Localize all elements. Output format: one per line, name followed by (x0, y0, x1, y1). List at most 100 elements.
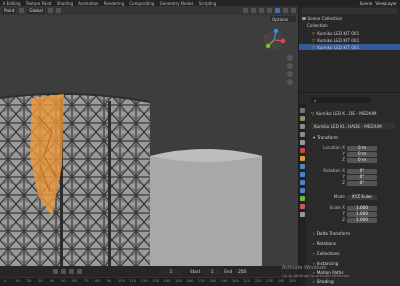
texture-tab-icon[interactable] (300, 212, 305, 217)
current-frame-field[interactable]: 1 (159, 268, 183, 275)
workspace-tab[interactable]: Animation (76, 1, 102, 6)
options-dropdown[interactable]: Options (270, 16, 296, 22)
object-name-field-text: Kumiko LED KI...HADE - MEDIUM (314, 123, 382, 129)
properties-tabs (299, 104, 306, 286)
jump-end-icon[interactable] (77, 269, 82, 274)
outliner-object-row-selected[interactable]: ▽ Kumiko LED KIT 001 (299, 44, 400, 50)
rotation-y-label: Y (342, 174, 345, 179)
orientation-selector[interactable]: Global (27, 7, 45, 14)
chevron-right-icon: › (313, 250, 315, 256)
workspace-tab[interactable]: Compositing (127, 1, 157, 6)
magnet-icon[interactable] (55, 8, 61, 13)
properties-search[interactable]: ⌕ (311, 97, 371, 103)
start-frame-field[interactable]: 1 (203, 268, 222, 275)
ruler-tick-label: 220 (254, 279, 262, 283)
timeline-ruler[interactable]: 0 10 20 30 40 50 60 70 80 90 100 110 120 130 140 150 160… (0, 277, 298, 286)
ruler-tick-label: 90 (106, 279, 112, 283)
rotation-mode-label: Mode (333, 194, 345, 199)
rotation-mode-select[interactable]: XYZ Euler (347, 194, 377, 200)
workspace-tab[interactable]: Texture Paint (23, 1, 54, 6)
jump-start-icon[interactable] (53, 269, 58, 274)
data-tab-icon[interactable] (300, 196, 305, 201)
location-z-field[interactable]: 0 m (347, 157, 377, 163)
relations-panel-header[interactable]: › Relations (313, 240, 397, 246)
constraints-tab-icon[interactable] (300, 188, 305, 193)
workspace-tab[interactable]: Shading (54, 1, 75, 6)
location-y-field[interactable]: 0 m (347, 151, 377, 157)
particles-tab-icon[interactable] (300, 172, 305, 177)
start-label: Start (190, 269, 201, 274)
xray-icon[interactable] (267, 8, 272, 13)
solid-shading-icon[interactable] (275, 8, 280, 13)
scale-z-field[interactable]: 1.000 (347, 217, 377, 223)
transform-panel-header[interactable]: ▾ Transform (313, 134, 397, 140)
section-label: Collections (316, 250, 340, 256)
object-name-field[interactable]: Kumiko LED KI...HADE - MEDIUM (311, 123, 395, 129)
shading-panel-header[interactable]: › Shading (313, 278, 397, 284)
world-tab-icon[interactable] (300, 148, 305, 153)
object-label: Kumiko LED KIT 001 (317, 37, 360, 43)
play-reverse-icon[interactable] (61, 269, 66, 274)
material-tab-icon[interactable] (300, 204, 305, 209)
snap-icon[interactable] (19, 8, 25, 13)
outliner-search[interactable] (302, 8, 397, 14)
end-label: End (224, 269, 233, 274)
activation-watermark-text: Go to Settings to activate Windows. (282, 273, 351, 278)
viewport-scene (0, 6, 298, 266)
scale-y-field[interactable]: 1.000 (347, 211, 377, 217)
location-y-label: Y (342, 151, 345, 156)
material-shading-icon[interactable] (283, 8, 288, 13)
ruler-tick-label: 70 (83, 279, 89, 283)
workspace-tab[interactable]: V Editing (0, 1, 23, 6)
outliner-object-row[interactable]: ▽ Kumiko LED KIT 001 (299, 37, 400, 43)
play-icon[interactable] (69, 269, 74, 274)
workspace-tab[interactable]: Geometry Nodes (157, 1, 196, 6)
collections-panel-header[interactable]: › Collections (313, 250, 397, 256)
scene-collection-label: Scene Collection (307, 16, 343, 21)
render-shading-icon[interactable] (291, 8, 296, 13)
ruler-tick-label: 30 (38, 279, 43, 283)
proportional-edit-icon[interactable] (47, 8, 53, 13)
section-label: Relations (316, 240, 336, 246)
output-tab-icon[interactable] (300, 124, 305, 129)
tool-tab-icon[interactable] (300, 108, 305, 113)
ruler-tick-label: 20 (26, 279, 32, 283)
physics-tab-icon[interactable] (300, 180, 305, 185)
outliner-object-row[interactable]: ▽ Kumiko LED KIT 001 (299, 30, 400, 36)
delta-transform-panel-header[interactable]: › Delta Transform (313, 230, 397, 236)
workspace-tab[interactable]: Scripting (196, 1, 219, 6)
object-name-row: ▽ Kumiko LED K...DE - MEDIUM (311, 110, 397, 116)
scene-selector[interactable]: Scene (360, 1, 373, 6)
ruler-tick-label: 200 (232, 279, 239, 283)
rotation-x-label: Rotation X (323, 168, 345, 173)
3d-viewport[interactable] (0, 6, 298, 266)
ruler-tick-label: 40 (49, 279, 55, 283)
scale-x-field[interactable]: 1.000 (347, 205, 377, 211)
scene-tab-icon[interactable] (300, 140, 305, 145)
object-tab-icon[interactable] (300, 156, 305, 161)
view-layer-tab-icon[interactable] (300, 132, 305, 137)
end-frame-field[interactable]: 250 (235, 268, 250, 275)
rotation-z-field[interactable]: 0° (347, 180, 377, 186)
collection-row[interactable]: Collection (307, 23, 328, 28)
rotation-y-field[interactable]: 0° (347, 174, 377, 180)
view-layer-selector[interactable]: ViewLayer (375, 1, 397, 6)
rotation-z-label: Z (342, 180, 345, 185)
location-x-field[interactable]: 0 m (347, 145, 377, 151)
visibility-icon[interactable] (243, 8, 248, 13)
overlay-icon[interactable] (259, 8, 264, 13)
timeline-header: 1 Start 1 End 250 (0, 266, 298, 277)
scene-collection-row[interactable]: Scene Collection (302, 16, 342, 21)
pivot-point-selector[interactable]: Point (2, 7, 17, 14)
ruler-tick-label: 60 (72, 279, 77, 283)
gizmo-icon[interactable] (251, 8, 256, 13)
ruler-tick-label: 250 (289, 279, 296, 283)
section-label: Shading (316, 278, 334, 284)
ruler-tick-label: 120 (140, 279, 148, 283)
rotation-x-field[interactable]: 0° (347, 168, 377, 174)
ruler-tick-label: 230 (266, 279, 274, 283)
render-tab-icon[interactable] (300, 116, 305, 121)
ruler-tick-label: 130 (152, 279, 160, 283)
modifier-tab-icon[interactable] (300, 164, 305, 169)
workspace-tab[interactable]: Rendering (101, 1, 127, 6)
